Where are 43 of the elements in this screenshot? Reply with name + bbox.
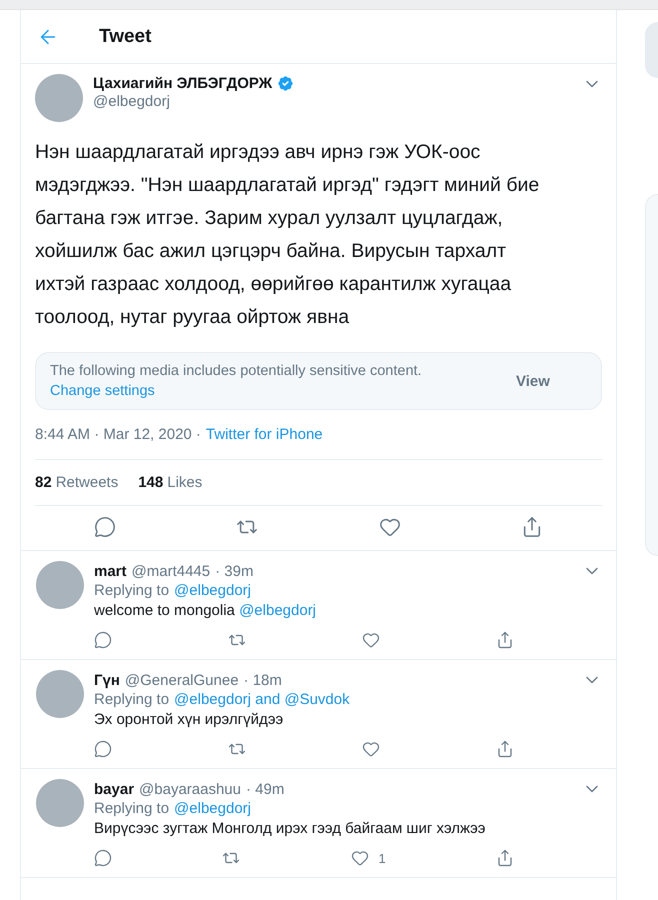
reply-text: Вирүсээс зугтаж Монголд ирэх гээд байгаам шиг хэлжээ: [94, 819, 486, 839]
share-icon[interactable]: [496, 740, 514, 758]
source-link[interactable]: Twitter for iPhone: [206, 426, 323, 443]
replying-label: Replying to: [94, 799, 170, 819]
reply-time: · 39m: [215, 562, 254, 580]
author-name[interactable]: Цахиагийн ЭЛБЭГДОРЖ: [93, 75, 272, 92]
replying-label: Replying to: [94, 690, 170, 710]
replying-to-link[interactable]: @elbegdorj and @Suvdok: [174, 690, 350, 710]
replying-to-link[interactable]: @elbegdorj: [174, 799, 251, 819]
replying-to-link[interactable]: @elbegdorj: [174, 581, 251, 601]
heart-icon[interactable]: [378, 516, 401, 538]
reply-author-name[interactable]: bayar: [94, 780, 134, 798]
author-handle[interactable]: @elbegdorj: [93, 93, 582, 110]
heart-icon[interactable]: [350, 849, 368, 867]
reply-time: · 18m: [244, 672, 283, 688]
reply-handle[interactable]: @mart4445: [132, 562, 210, 580]
share-icon[interactable]: [496, 849, 514, 867]
share-icon[interactable]: [496, 631, 514, 649]
stat-link[interactable]: 148 Likes: [138, 474, 202, 491]
comment-icon[interactable]: [94, 740, 112, 758]
comment-icon[interactable]: [94, 849, 112, 867]
tweet-text: Нэн шаардлагатай иргэдээ авч ирнэ гэж УОК-оос мэдэгджээ. "Нэн шаардлагатай иргэд" гэдэгт миний бие багтана гэж итгэе. Зарим хурал уулзалт цуцлагдаж, хойшилж бас ажил цэгцэрч байна. Вирусын тархалт ихтэй газраас холдоод, өөрийгөө карантилж хугацаа тоолоод, нутаг руугаа ойртож явна: [35, 140, 540, 330]
mention-link[interactable]: @elbegdorj: [239, 602, 316, 619]
reply-author-name[interactable]: mart: [94, 562, 127, 580]
search-field[interactable]: [645, 22, 658, 78]
heart-icon[interactable]: [362, 740, 380, 758]
comment-icon[interactable]: [94, 631, 112, 649]
stat-link[interactable]: 82 Retweets: [35, 474, 118, 491]
reply-handle[interactable]: @GeneralGunee: [124, 672, 239, 688]
like-count: 1: [378, 850, 386, 866]
replying-label: Replying to: [94, 581, 170, 601]
notice-text: The following media includes potentially sensitive content. Change settings: [50, 362, 423, 401]
tweet-timestamp: 8:44 AM · Mar 12, 2020 ·: [35, 426, 201, 443]
reply-author-name[interactable]: Гүн: [94, 672, 120, 688]
reply-text: Эх оронтой хүн ирэлгүйдээ: [94, 710, 284, 730]
page-title: Tweet: [99, 26, 152, 48]
view-button[interactable]: View: [516, 372, 550, 390]
reply-text: welcome to mongolia @elbegdorj: [94, 601, 318, 621]
heart-icon[interactable]: [362, 631, 380, 649]
comment-icon[interactable]: [94, 516, 116, 538]
reply-handle[interactable]: @bayaraashuu: [139, 780, 241, 798]
change-settings-link[interactable]: Change settings: [50, 383, 155, 399]
reply-time: · 49m: [246, 780, 286, 798]
